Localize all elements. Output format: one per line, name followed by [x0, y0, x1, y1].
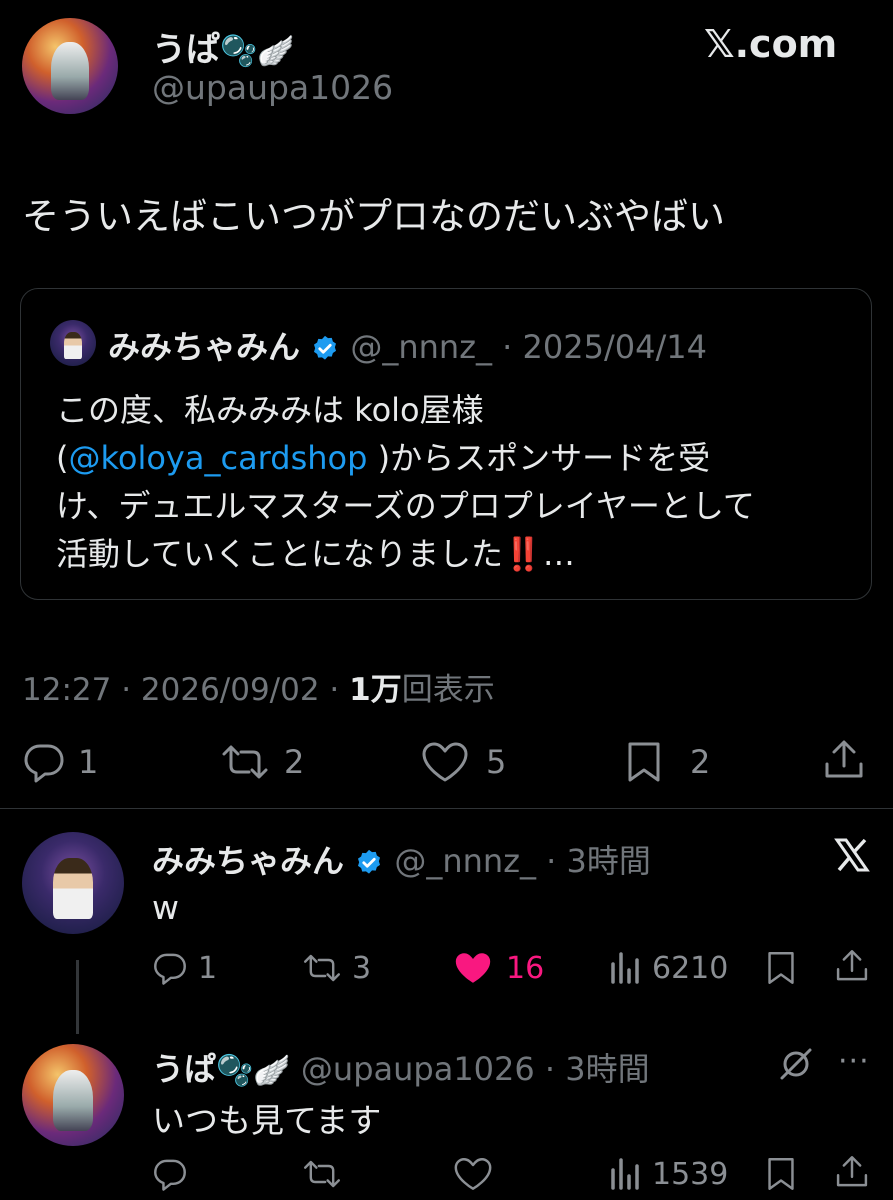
post-timestamp[interactable]: 12:27 · 2026/09/02 · [22, 672, 349, 708]
reply1-text: w [152, 888, 179, 927]
quote-header: みみちゃみん @_nnnz_ · 2025/04/14 [108, 322, 707, 368]
quote-date: · 2025/04/14 [502, 328, 707, 366]
quote-author-name[interactable]: みみちゃみん [108, 328, 300, 366]
reply2-views-count: 1539 [652, 1156, 729, 1192]
author-name: うぱ [152, 30, 220, 70]
reply2-avatar[interactable] [22, 1044, 124, 1146]
verified-badge-icon [314, 335, 337, 360]
share-icon [825, 740, 863, 778]
reply1-reply-button[interactable]: 1 [152, 950, 217, 986]
quote-line-4: 活動していくことになりました‼️… [56, 535, 575, 573]
post-meta: 12:27 · 2026/09/02 · 1万回表示 [22, 664, 495, 709]
quote-author-handle: @_nnnz_ [350, 328, 492, 366]
reply2-author-name[interactable]: うぱ [152, 1050, 216, 1088]
reply-button[interactable]: 1 [22, 740, 98, 784]
reply1-repost-count: 3 [352, 950, 372, 986]
reply1-time: · 3時間 [546, 842, 651, 880]
views-icon [611, 952, 639, 984]
tweet-screenshot: うぱ🫧🪽 @upaupa1026 𝕏.com そういえばこいつがプロなのだいぶや… [0, 0, 893, 1200]
reply2-views-button[interactable]: 1539 [608, 1156, 728, 1192]
bookmark-icon[interactable] [764, 950, 798, 986]
reply1-avatar[interactable] [22, 832, 124, 934]
reply-icon[interactable] [152, 1156, 188, 1192]
quote-avatar[interactable] [50, 320, 96, 366]
x-com-logo: 𝕏.com [704, 22, 838, 66]
reply2-time: · 3時間 [544, 1050, 650, 1088]
heart-icon[interactable] [452, 1156, 494, 1192]
share-button[interactable] [822, 738, 866, 786]
reply2-text: いつも見てます [152, 1101, 382, 1140]
reply2-author-handle: @upaupa1026 [300, 1050, 535, 1088]
more-options-icon[interactable]: ··· [838, 1044, 870, 1079]
bookmark-count: 2 [690, 743, 711, 781]
post-text: そういえばこいつがプロなのだいぶやばい [22, 195, 725, 238]
heart-icon [422, 742, 468, 782]
repost-count: 2 [284, 743, 305, 781]
reply1-views-count: 6210 [652, 950, 729, 986]
reply-icon [24, 744, 64, 783]
author-name-emoji: 🫧🪽 [220, 34, 295, 69]
quote-line-1: この度、私みみみは kolo屋様 [56, 391, 484, 429]
repost-icon [304, 954, 340, 982]
reply1-author-handle: @_nnnz_ [394, 842, 536, 880]
share-icon[interactable] [834, 948, 870, 984]
like-count: 5 [486, 743, 507, 781]
double-exclamation-emoji: ‼️ [503, 535, 543, 573]
reply1-header: みみちゃみん @_nnnz_ · 3時間 [152, 836, 651, 882]
thread-connector-line [76, 960, 79, 1034]
reply-icon [154, 953, 186, 985]
verified-badge-icon [358, 849, 381, 874]
bookmark-button[interactable]: 2 [624, 740, 710, 784]
share-icon[interactable] [834, 1154, 870, 1190]
reply1-like-button[interactable]: 16 [452, 950, 544, 986]
author-avatar[interactable] [22, 18, 118, 114]
section-divider [0, 808, 893, 809]
reply1-reply-count: 1 [198, 950, 218, 986]
reply1-like-count: 16 [506, 950, 545, 986]
grok-icon[interactable] [778, 1046, 814, 1082]
post-view-count: 1万 [349, 672, 402, 708]
quote-mention-link[interactable]: @koloya_cardshop [68, 439, 367, 477]
bookmark-icon [628, 742, 660, 782]
views-icon [611, 1158, 639, 1190]
bookmark-icon[interactable] [764, 1156, 798, 1192]
like-button[interactable]: 5 [420, 740, 506, 784]
repost-icon[interactable] [302, 1156, 342, 1192]
reply2-header: うぱ🫧🪽 @upaupa1026 · 3時間 [152, 1044, 650, 1090]
quote-line-2: (@koloya_cardshop )からスポンサードを受 [56, 439, 711, 477]
repost-button[interactable]: 2 [220, 740, 304, 784]
reply1-repost-button[interactable]: 3 [302, 950, 371, 986]
author-name-row[interactable]: うぱ🫧🪽 [152, 22, 295, 71]
x-logo-icon[interactable] [834, 838, 870, 872]
heart-filled-icon [455, 953, 491, 983]
post-view-label: 回表示 [401, 672, 495, 708]
reply2-author-emoji: 🫧🪽 [216, 1053, 291, 1089]
author-handle[interactable]: @upaupa1026 [152, 68, 393, 107]
reply1-author-name[interactable]: みみちゃみん [152, 842, 344, 880]
quote-line-3: け、デュエルマスターズのプロプレイヤーとして [56, 487, 755, 525]
reply-count: 1 [78, 743, 99, 781]
quote-text: この度、私みみみは kolo屋様 (@koloya_cardshop )からスポ… [56, 386, 755, 578]
repost-icon [222, 745, 268, 779]
reply1-views-button[interactable]: 6210 [608, 950, 728, 986]
